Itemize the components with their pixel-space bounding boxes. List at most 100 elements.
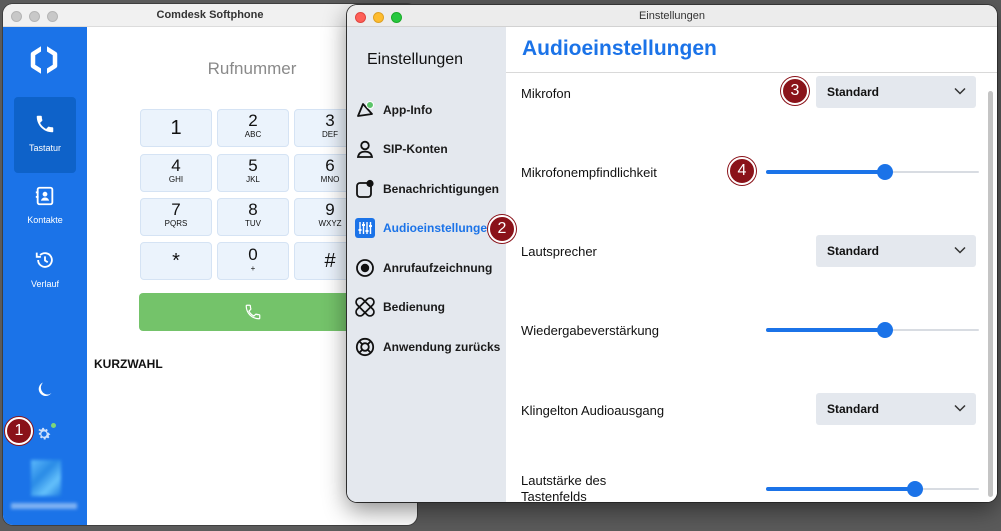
nav-item-verlauf[interactable]: Verlauf [14,233,76,309]
settings-item-label: SIP-Konten [383,142,448,156]
key-letters: JKL [246,175,260,184]
settings-item-anrufaufzeichnung[interactable]: Anrufaufzeichnung [355,253,505,283]
wiedergabeverstaerkung-label: Wiedergabeverstärkung [521,323,660,338]
settings-titlebar: Einstellungen [347,5,997,27]
key-digit: 5 [248,156,258,175]
speed-dial-heading: KURZWAHL [94,357,163,371]
page-title: Audioeinstellungen [522,37,717,60]
user-icon [356,140,374,158]
tastenfeld-label-line1: Lautstärke des [521,473,607,488]
tastenfeld-label-line2: Tastenfelds [521,489,587,502]
keypad-key[interactable]: 7 PQRS [140,198,212,236]
klingelton-select-value: Standard [827,402,880,416]
settings-item-label: App-Info [383,103,433,117]
desktop: Comdesk Softphone Tastatur Kontakte Verl… [0,0,1001,531]
key-letters: PQRS [164,219,188,228]
klingelton-audioausgang-label: Klingelton Audioausgang [521,403,665,418]
callout-marker-4: 4 [728,157,756,185]
keypad-key[interactable]: * [140,242,212,280]
nav-item-label: Tastatur [28,143,61,153]
sliders-icon [355,218,375,238]
klingelton-audioausgang-select[interactable]: Standard [816,393,976,425]
mikrofonempfindlichkeit-label: Mikrofonempfindlichkeit [521,165,657,180]
lautsprecher-label: Lautsprecher [521,244,597,259]
comdesk-logo-icon [30,45,58,75]
settings-content: Audioeinstellungen Mikrofon Standard Mik… [506,27,997,502]
settings-item-anwendung-zuruecksetzen[interactable]: Anwendung zurücks [355,332,505,362]
keypad-key[interactable]: 4 GHI [140,154,212,192]
key-digit: 7 [171,200,181,219]
status-dot-icon [49,421,58,430]
notification-icon [356,179,374,198]
settings-item-label: Audioeinstellungen [383,221,495,235]
wiedergabeverstaerkung-slider[interactable] [766,322,979,338]
avatar[interactable] [31,460,61,496]
key-digit: * [172,250,180,272]
history-icon [35,252,53,268]
dark-mode-moon-icon[interactable] [35,379,55,399]
slider-thumb[interactable] [907,481,924,497]
settings-sidebar-title: Einstellungen [367,51,464,68]
bandage-icon [355,297,375,317]
chevron-down-icon [954,246,966,254]
settings-item-label: Anrufaufzeichnung [383,261,493,275]
settings-item-audioeinstellungen[interactable]: Audioeinstellungen [355,213,505,243]
key-digit: 1 [170,117,182,139]
lautsprecher-select-value: Standard [827,244,880,258]
keypad-key[interactable]: 2 ABC [217,109,289,147]
key-digit: 2 [248,111,258,130]
scrollbar[interactable] [988,91,993,497]
chevron-down-icon [954,404,966,412]
record-icon [356,259,374,277]
settings-window: Einstellungen Einstellungen App-Info SIP… [347,5,997,502]
slider-thumb[interactable] [877,322,894,338]
settings-header: Audioeinstellungen [506,27,997,73]
settings-item-label: Anwendung zurücks [383,340,501,354]
settings-item-benachrichtigungen[interactable]: Benachrichtigungen [355,174,505,204]
slider-thumb[interactable] [877,164,894,180]
nav-item-tastatur[interactable]: Tastatur [14,97,76,173]
mikrofon-select-value: Standard [827,85,880,99]
keypad-key[interactable]: 0 + [217,242,289,280]
call-button[interactable] [139,293,367,331]
mikrofon-select[interactable]: Standard [816,76,976,108]
callout-marker-1: 1 [5,417,33,445]
settings-window-title: Einstellungen [638,10,706,22]
keypad-key[interactable]: 5 JKL [217,154,289,192]
phone-icon [245,304,261,320]
settings-item-bedienung[interactable]: Bedienung [355,292,505,322]
key-letters: TUV [245,219,261,228]
key-letters: GHI [168,175,184,184]
mikrofonempfindlichkeit-slider[interactable] [766,164,979,180]
tastenfeld-lautstaerke-slider[interactable] [766,481,979,497]
nav-item-label: Verlauf [30,279,60,289]
mikrofon-label: Mikrofon [521,86,571,101]
settings-item-app-info[interactable]: App-Info [355,95,505,125]
key-digit: 8 [248,200,258,219]
settings-item-sip-konten[interactable]: SIP-Konten [355,134,505,164]
key-letters: + [250,264,256,273]
phone-icon [36,115,54,133]
lautsprecher-select[interactable]: Standard [816,235,976,267]
slider-fill [766,170,886,174]
callout-marker-3: 3 [781,77,809,105]
chevron-down-icon [954,87,966,95]
nav-item-label: Kontakte [27,215,63,225]
contacts-icon [35,186,54,206]
softphone-sidebar: Tastatur Kontakte Verlauf [3,27,87,525]
callout-marker-2: 2 [488,215,516,243]
slider-fill [766,328,886,332]
keypad-key[interactable]: 1 [140,109,212,147]
app-info-icon [357,101,374,117]
keypad-key[interactable]: 8 TUV [217,198,289,236]
tastenfeld-lautstaerke-label: Lautstärke des Tastenfelds [521,473,606,502]
settings-item-label: Bedienung [383,300,445,314]
key-digit: 0 [248,245,258,264]
settings-item-label: Benachrichtigungen [383,182,500,196]
key-letters: ABC [244,130,262,139]
settings-sidebar: Einstellungen App-Info SIP-Konten Benach… [347,27,506,502]
username-blurred [11,503,77,509]
lifebuoy-icon [355,337,375,357]
key-digit: 4 [171,156,181,175]
slider-fill [766,487,916,491]
